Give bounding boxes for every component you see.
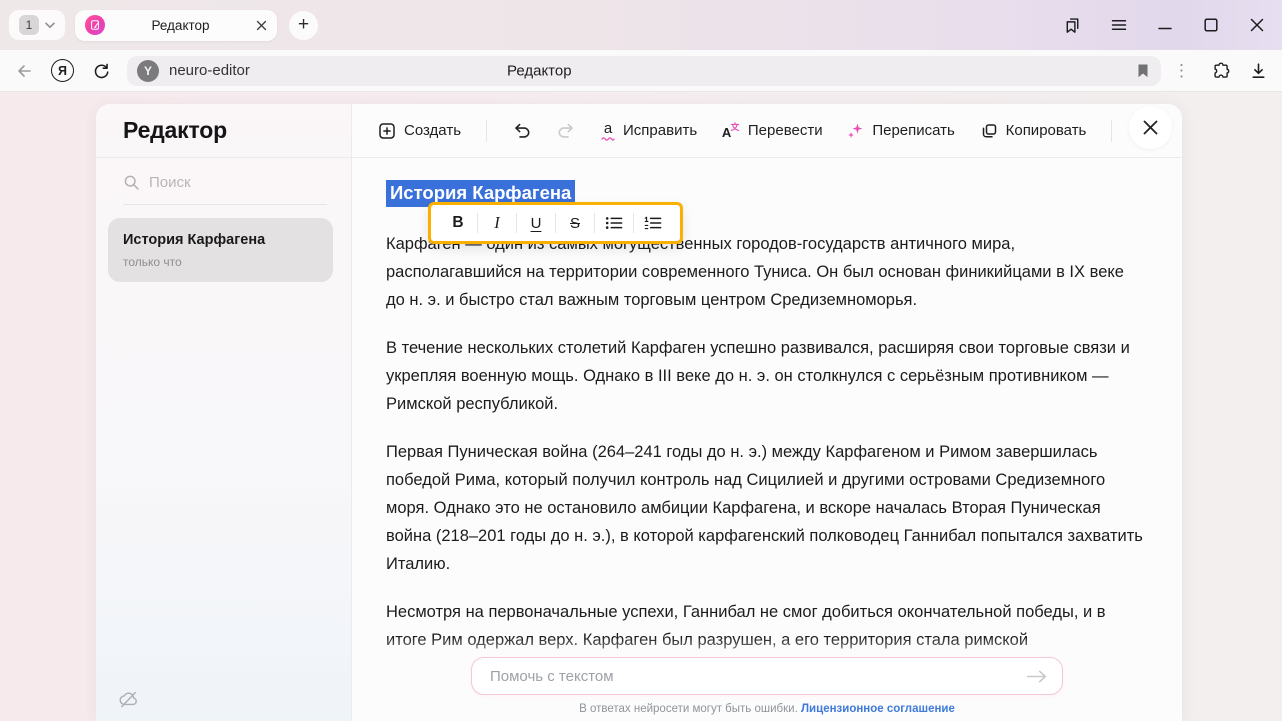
rewrite-label: Переписать [872,122,955,139]
ai-prompt-area: В ответах нейросети могут быть ошибки. Л… [352,637,1182,721]
new-tab-button[interactable]: + [289,11,318,40]
extensions-puzzle-icon[interactable] [1212,61,1232,81]
tab-group-count-badge: 1 [19,15,39,35]
cloud-off-icon[interactable] [117,688,139,710]
spellcheck-icon: a [601,121,615,141]
close-overlay-button[interactable] [1129,106,1172,149]
search-input[interactable] [149,174,299,191]
chevron-down-icon [45,22,55,29]
page-title: Редактор [507,62,572,79]
fix-text-button[interactable]: a Исправить [601,121,697,141]
bookmark-icon[interactable] [1137,63,1149,78]
document-item-timestamp: только что [123,255,318,269]
copy-label: Копировать [1006,122,1087,139]
copy-icon [980,122,998,140]
strikethrough-button[interactable]: S [556,211,594,235]
bullet-list-button[interactable] [595,211,633,235]
bullet-list-icon [605,216,623,230]
bold-button[interactable]: B [439,211,477,235]
overflow-menu-icon[interactable]: ⋮ [1173,61,1190,81]
sidebar-header: Редактор [96,104,352,158]
fix-label: Исправить [623,122,697,139]
ai-prompt-box[interactable] [471,657,1063,695]
url-text: neuro-editor [169,62,250,79]
editor-favicon-icon [85,15,105,35]
numbered-list-icon [644,216,662,230]
document-item-title: История Карфагена [123,232,318,248]
disclaimer-text: В ответах нейросети могут быть ошибки. [579,703,798,715]
back-icon[interactable] [14,61,34,81]
download-icon[interactable] [1249,61,1268,80]
tab-title: Редактор [105,18,256,33]
undo-icon[interactable] [512,121,532,141]
app-title: Редактор [123,117,227,144]
yandex-home-icon[interactable]: Я [51,59,74,82]
spellcheck-glyph: a [604,121,612,136]
ai-disclaimer: В ответах нейросети могут быть ошибки. Л… [579,703,955,715]
document-paragraph[interactable]: Первая Пуническая война (264–241 годы до… [386,438,1146,578]
underline-button[interactable]: U [517,211,555,235]
editor-toolbar: Создать a Исправить [352,104,1182,158]
create-label: Создать [404,122,461,139]
translate-button[interactable]: А Перевести [722,122,823,140]
menu-icon[interactable] [1110,16,1128,34]
document-list-item-selected[interactable]: История Карфагена только что [108,218,333,282]
document-paragraph[interactable]: В течение нескольких столетий Карфаген у… [386,334,1146,418]
site-badge-glyph: Y [144,64,152,78]
plus-icon: + [298,14,309,36]
plus-square-icon [378,122,396,140]
redo-icon[interactable] [556,121,576,141]
tabs-panel-icon[interactable] [1063,16,1082,35]
format-toolbar-callout: B I U S [428,202,683,244]
maximize-icon[interactable] [1202,16,1220,34]
rewrite-button[interactable]: Переписать [847,122,955,139]
refresh-icon[interactable] [91,61,110,80]
sidebar: История Карфагена только что [96,158,352,721]
minimize-icon[interactable] [1156,16,1174,34]
search-icon [123,174,140,191]
translate-label: Перевести [748,122,823,139]
create-button[interactable]: Создать [378,122,461,140]
toolbar-divider [1111,120,1112,142]
document-editor[interactable]: История Карфагена B I U S [352,158,1182,721]
site-badge-icon: Y [137,60,159,82]
copy-button[interactable]: Копировать [980,122,1087,140]
editor-app-window: Редактор Создать a [96,104,1182,721]
license-link[interactable]: Лицензионное соглашение [801,703,955,715]
sparkles-icon [847,122,864,139]
tab-group-chip[interactable]: 1 [9,10,65,40]
browser-navbar: Я Y neuro-editor Редактор ⋮ [0,50,1282,92]
numbered-list-button[interactable] [634,211,672,235]
close-icon [1142,119,1159,136]
window-close-icon[interactable] [1248,16,1266,34]
browser-tab-strip: 1 Редактор + [0,0,1282,50]
tab-close-icon[interactable] [256,20,267,31]
browser-tab-editor[interactable]: Редактор [75,10,277,41]
translate-icon: А [722,122,740,140]
toolbar-divider [486,120,487,142]
window-controls [1063,16,1266,35]
page-background: Редактор Создать a [0,92,1282,721]
ai-prompt-input[interactable] [490,668,1025,685]
yandex-glyph: Я [58,64,67,78]
address-bar[interactable]: Y neuro-editor Редактор [127,56,1161,86]
sidebar-search[interactable] [123,174,327,205]
italic-button[interactable]: I [478,211,516,235]
send-arrow-icon[interactable] [1025,669,1048,684]
